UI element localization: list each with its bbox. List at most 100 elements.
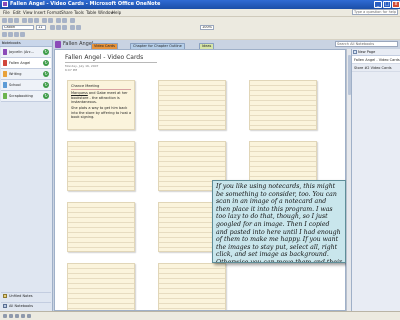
menu-file[interactable]: File (3, 10, 10, 15)
numbering-icon[interactable] (76, 25, 81, 30)
notebook-item-joycelin[interactable]: Joycelin (Arc... ↻ (1, 47, 51, 58)
notecard[interactable] (67, 263, 135, 310)
notebook-icon (3, 49, 7, 55)
page-tab-label: Store #2 Video Cards (354, 65, 392, 70)
notebook-item-label: Writing (9, 72, 22, 76)
notecard[interactable]: Chance Meeting Marquess and Gabe meet at… (67, 80, 135, 130)
highlighter-icon[interactable] (70, 18, 75, 23)
menu-edit[interactable]: Edit (13, 10, 21, 15)
unfiled-notes-icon (3, 294, 7, 298)
notecard-title: Chance Meeting (71, 84, 100, 88)
notebook-item-writing[interactable]: Writing ↻ (1, 69, 51, 80)
pen-icon[interactable] (9, 314, 13, 318)
notebook-item-fallen-angel[interactable]: Fallen Angel ↻ (1, 58, 51, 69)
paste-icon[interactable] (34, 18, 39, 23)
cut-icon[interactable] (22, 18, 27, 23)
menu-tools[interactable]: Tools (74, 10, 84, 15)
pen-icon[interactable] (62, 18, 67, 23)
type-icon[interactable] (8, 32, 13, 37)
page-tab-store-2-video-cards[interactable]: Store #2 Video Cards (352, 64, 400, 72)
font-name-select[interactable]: Calibri (2, 25, 34, 30)
unfiled-notes-label: Unfiled Notes (9, 294, 33, 298)
notebook-icon (3, 93, 7, 99)
notecard-margin-line (71, 89, 131, 90)
menu-table[interactable]: Table (86, 10, 96, 15)
collapse-pane-icon[interactable]: « (2, 41, 4, 45)
help-search-box[interactable]: Type a question for help (352, 9, 398, 15)
menu-format[interactable]: Format (47, 10, 61, 15)
italic-icon[interactable] (56, 25, 61, 30)
notebook-navigation-pane: Notebooks « Joycelin (Arc... ↻ Fallen An… (0, 40, 53, 311)
undo-icon[interactable] (42, 18, 47, 23)
new-icon[interactable] (2, 18, 7, 23)
all-notebooks-link[interactable]: All Notebooks (1, 302, 51, 310)
notecard-body: Marquess and Gabe meet at her bookstore … (71, 91, 133, 105)
sync-status-icon: ↻ (43, 60, 49, 66)
title-underline (65, 62, 157, 63)
redo-icon[interactable] (48, 18, 53, 23)
notebook-title: Fallen Angel (63, 41, 94, 47)
unfiled-notes-link[interactable]: Unfiled Notes (1, 292, 51, 300)
notebook-icon (3, 82, 7, 88)
drawing-toolbar (0, 31, 400, 40)
new-page-button[interactable]: New Page (352, 49, 400, 56)
bullets-icon[interactable] (70, 25, 75, 30)
page-tab-fallen-angel-video-cards[interactable]: Fallen Angel - Video Cards (352, 56, 400, 64)
open-icon[interactable] (8, 18, 13, 23)
menu-insert[interactable]: Insert (34, 10, 45, 15)
notebook-item-label: Fallen Angel (9, 61, 31, 65)
notebook-item-label: Joycelin (Arc... (9, 50, 34, 54)
all-notebooks-label: All Notebooks (9, 304, 34, 308)
notecard[interactable] (158, 263, 226, 310)
print-icon[interactable] (14, 18, 19, 23)
sync-status-icon: ↻ (43, 49, 49, 55)
close-button[interactable]: x (392, 1, 400, 8)
new-page-icon (353, 50, 357, 54)
notebook-item-scrapbooking[interactable]: Scrapbooking ↻ (1, 91, 51, 102)
notecard[interactable] (158, 80, 226, 130)
copy-icon[interactable] (28, 18, 33, 23)
eraser-icon[interactable] (14, 32, 19, 37)
tag-icon[interactable] (56, 18, 61, 23)
minimize-button[interactable]: _ (374, 1, 382, 8)
notebooks-header: Notebooks « (0, 40, 52, 47)
zoom-select[interactable]: 100% (200, 25, 214, 30)
font-size-select[interactable]: 11 (36, 25, 46, 30)
bold-icon[interactable] (50, 25, 55, 30)
notebook-item-school[interactable]: School ↻ (1, 80, 51, 91)
notebook-item-label: School (9, 83, 21, 87)
title-bar: Fallen Angel - Video Cards - Microsoft O… (0, 0, 400, 9)
notebook-icon (3, 71, 7, 77)
menu-share[interactable]: Share (61, 10, 73, 15)
page-tab-label: Fallen Angel - Video Cards (354, 57, 400, 62)
notebook-icon (55, 41, 61, 48)
underline-icon[interactable] (62, 25, 67, 30)
pen-icon[interactable] (20, 32, 25, 37)
pen-icon[interactable] (3, 314, 7, 318)
annotation-callout: If you like using notecards, this might … (212, 180, 346, 263)
notecard-link[interactable]: Marquess (71, 91, 88, 95)
menu-view[interactable]: View (23, 10, 33, 15)
notebook-icon (3, 60, 7, 66)
page-time: 6:07 PM (65, 68, 78, 72)
new-page-label: New Page (358, 50, 376, 54)
notecard[interactable] (67, 202, 135, 252)
menu-help[interactable]: Help (112, 10, 121, 15)
notecard[interactable] (249, 80, 317, 130)
sync-status-icon: ↻ (43, 71, 49, 77)
page-tabs-pane: New Page Fallen Angel - Video Cards Stor… (351, 49, 400, 311)
page-title[interactable]: Fallen Angel - Video Cards (65, 54, 143, 61)
notebooks-header-label: Notebooks (2, 41, 21, 45)
notecard-text: She plots a way to get him back into the… (71, 106, 132, 119)
search-all-notebooks-input[interactable]: Search All Notebooks (335, 41, 398, 47)
highlighter-icon[interactable] (21, 314, 25, 318)
maximize-button[interactable]: □ (383, 1, 391, 8)
all-notebooks-icon (3, 304, 7, 308)
eraser-icon[interactable] (27, 314, 31, 318)
pen-icon[interactable] (15, 314, 19, 318)
window-title: Fallen Angel - Video Cards - Microsoft O… (10, 1, 161, 7)
select-icon[interactable] (2, 32, 7, 37)
notecard[interactable] (67, 141, 135, 191)
notebook-item-label: Scrapbooking (9, 94, 33, 98)
sync-status-icon: ↻ (43, 93, 49, 99)
